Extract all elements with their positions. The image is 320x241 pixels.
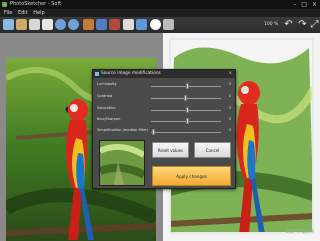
help-icon[interactable]	[150, 19, 161, 30]
undo-icon[interactable]	[55, 19, 66, 30]
slider-row-contrast: Contrast 0	[97, 94, 231, 102]
cancel-button[interactable]: Cancel	[194, 142, 231, 158]
slider-track[interactable]	[151, 132, 221, 133]
redo-icon[interactable]	[68, 19, 79, 30]
slider-row-simplification: Simplification (median filter) 0	[97, 128, 231, 136]
preview-thumbnail	[99, 140, 145, 186]
fit-icon[interactable]: ⤢	[309, 19, 320, 30]
slider-value: 0	[228, 106, 231, 110]
slider-value: 0	[228, 82, 231, 86]
menu-bar: File Edit Help	[0, 9, 320, 17]
slider-thumb[interactable]	[184, 95, 187, 101]
dialog-close-button[interactable]: ×	[228, 70, 232, 78]
slider-thumb[interactable]	[186, 107, 189, 113]
settings-icon[interactable]	[96, 19, 107, 30]
menu-edit[interactable]: Edit	[18, 10, 28, 16]
new-document-icon[interactable]	[29, 19, 40, 30]
slider-thumb[interactable]	[186, 83, 189, 89]
toolbar: 100 % ↶ ↷ ⤢	[0, 17, 320, 34]
dialog-title-bar: Source image modifications ×	[93, 70, 235, 78]
info-icon[interactable]	[163, 19, 174, 30]
slider-row-luminosity: Luminosity 0	[97, 82, 231, 90]
menu-help[interactable]: Help	[33, 10, 44, 16]
effects-icon[interactable]	[109, 19, 120, 30]
slider-value: 0	[228, 128, 231, 132]
apply-changes-button[interactable]: Apply changes	[152, 166, 231, 186]
minimize-button[interactable]: –	[293, 0, 296, 9]
slider-row-blur-sharpen: Blur/Sharpen 0	[97, 117, 231, 125]
app-icon	[2, 2, 7, 7]
preview-image	[100, 141, 144, 185]
slider-thumb[interactable]	[152, 129, 155, 135]
reset-values-button[interactable]: Reset values	[152, 142, 189, 158]
watermark: SOFTPEDIA	[286, 229, 314, 235]
dialog-title: Source image modifications	[101, 71, 161, 76]
title-bar: PhotoSketcher - Soft – □ ×	[0, 0, 320, 9]
open-folder-icon[interactable]	[16, 19, 27, 30]
slider-value: 0	[228, 117, 231, 121]
print-icon[interactable]	[123, 19, 134, 30]
slider-label: Luminosity	[97, 82, 117, 86]
open-image-icon[interactable]	[3, 19, 14, 30]
slider-label: Blur/Sharpen	[97, 117, 121, 121]
dialog-icon	[95, 72, 99, 76]
window-title: PhotoSketcher - Soft	[10, 1, 62, 7]
export-icon[interactable]	[136, 19, 147, 30]
maximize-button[interactable]: □	[301, 0, 307, 9]
save-icon[interactable]	[42, 19, 53, 30]
slider-thumb[interactable]	[186, 118, 189, 124]
image-adjust-icon[interactable]	[83, 19, 94, 30]
slider-label: Simplification (median filter)	[97, 128, 149, 132]
close-button[interactable]: ×	[312, 0, 317, 9]
rotate-right-icon[interactable]: ↷	[297, 19, 308, 30]
slider-value: 0	[228, 94, 231, 98]
slider-row-saturation: Saturation 0	[97, 106, 231, 114]
image-modifications-dialog: Source image modifications × Luminosity …	[92, 69, 236, 189]
slider-label: Saturation	[97, 106, 116, 110]
menu-file[interactable]: File	[4, 10, 12, 16]
zoom-level: 100 %	[264, 22, 279, 27]
slider-label: Contrast	[97, 94, 113, 98]
rotate-left-icon[interactable]: ↶	[283, 19, 294, 30]
